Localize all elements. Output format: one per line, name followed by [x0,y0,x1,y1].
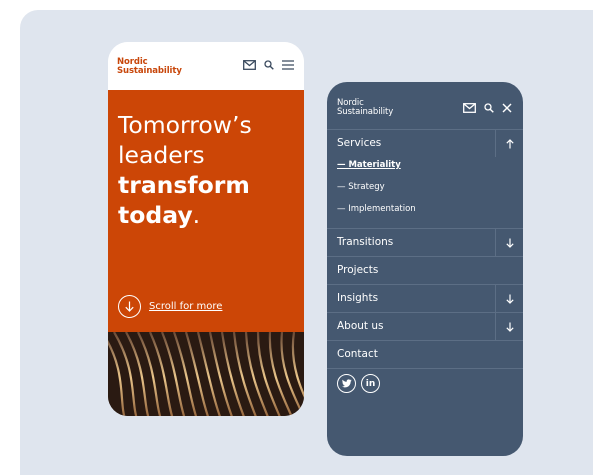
scroll-for-more-link[interactable]: Scroll for more [118,295,222,318]
hero-headline: Tomorrow’s leaders transform today. [118,111,252,229]
menu-item-transitions[interactable]: Transitions [327,228,523,256]
submenu-implementation[interactable]: — Implementation [337,204,416,214]
hamburger-icon[interactable] [282,60,294,70]
search-icon[interactable] [484,103,494,113]
mail-icon[interactable] [243,60,256,70]
search-icon[interactable] [264,60,274,70]
arrow-up-icon[interactable] [495,130,523,157]
arrow-down-icon [118,295,141,318]
submenu-materiality[interactable]: — Materiality [337,160,401,170]
social-links: in [337,374,380,393]
submenu-strategy[interactable]: — Strategy [337,182,385,192]
phone-home-screen: Nordic Sustainability Tomorrow’s leaders… [108,42,304,416]
arrow-down-icon[interactable] [495,285,523,312]
logo[interactable]: Nordic Sustainability [337,99,393,117]
menu-item-services[interactable]: Services — Materiality — Strategy — Impl… [327,129,523,228]
menu-item-contact[interactable]: Contact [327,340,523,369]
menu-item-insights[interactable]: Insights [327,284,523,312]
header: Nordic Sustainability [108,42,304,90]
arrow-down-icon[interactable] [495,313,523,340]
menu-item-projects[interactable]: Projects [327,256,523,284]
menu-item-about-us[interactable]: About us [327,312,523,340]
nav-menu: Services — Materiality — Strategy — Impl… [327,129,523,369]
abstract-gold-lines-image [108,332,304,416]
phone-menu-screen: Nordic Sustainability Services — Materia [327,82,523,456]
header-icons [463,103,512,113]
mail-icon[interactable] [463,103,476,113]
close-icon[interactable] [502,103,512,113]
linkedin-icon[interactable]: in [361,374,380,393]
logo[interactable]: Nordic Sustainability [117,58,182,76]
twitter-icon[interactable] [337,374,356,393]
header-icons [243,60,294,70]
hero-section: Tomorrow’s leaders transform today. Scro… [108,90,304,332]
arrow-down-icon[interactable] [495,229,523,256]
